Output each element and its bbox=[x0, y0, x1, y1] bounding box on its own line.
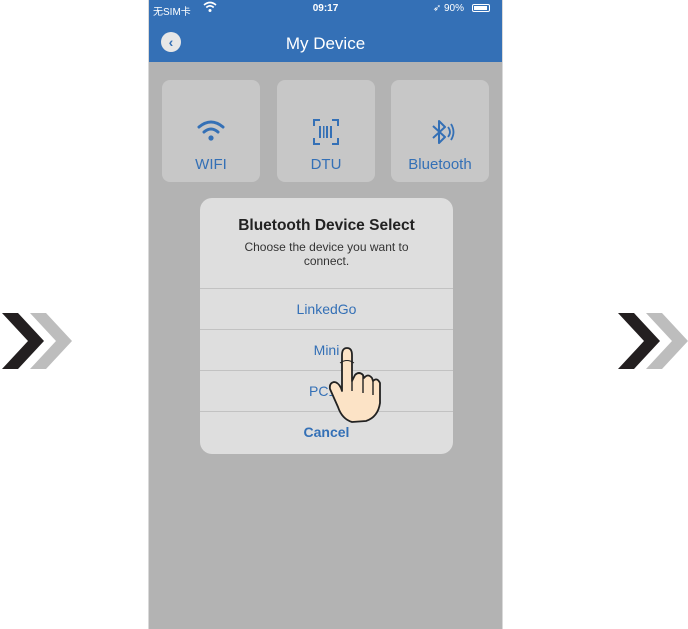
nav-bar: ‹ My Device bbox=[149, 22, 502, 62]
double-chevron-right-indicator-icon bbox=[618, 313, 688, 369]
device-type-label: Bluetooth bbox=[408, 156, 472, 173]
device-type-dtu[interactable]: DTU bbox=[277, 80, 375, 182]
location-arrow-icon: ➶ bbox=[432, 3, 442, 14]
device-type-bluetooth[interactable]: Bluetooth bbox=[391, 80, 489, 182]
battery-percentage: ➶ 90% bbox=[432, 3, 464, 14]
status-bar: 无SIM卡 09:17 ➶ 90% bbox=[149, 0, 502, 18]
device-type-label: DTU bbox=[310, 156, 342, 173]
double-chevron-left-indicator-icon bbox=[2, 313, 72, 369]
barcode-icon bbox=[313, 119, 339, 145]
device-type-wifi[interactable]: WIFI bbox=[162, 80, 260, 182]
phone-screen: 无SIM卡 09:17 ➶ 90% ‹ My Device WIFI DTU B… bbox=[148, 0, 503, 629]
tap-hand-pointer-icon bbox=[328, 347, 381, 423]
battery-icon bbox=[472, 4, 490, 12]
device-option-linkedgo[interactable]: LinkedGo bbox=[200, 288, 453, 329]
page-title: My Device bbox=[285, 34, 366, 53]
dialog-message: Choose the device you want to connect. bbox=[244, 240, 409, 268]
device-type-label: WIFI bbox=[195, 156, 227, 173]
wifi-icon bbox=[197, 120, 225, 141]
dialog-title: Bluetooth Device Select bbox=[238, 217, 415, 234]
bluetooth-icon bbox=[432, 120, 455, 144]
app-header: 无SIM卡 09:17 ➶ 90% ‹ My Device bbox=[149, 0, 502, 62]
